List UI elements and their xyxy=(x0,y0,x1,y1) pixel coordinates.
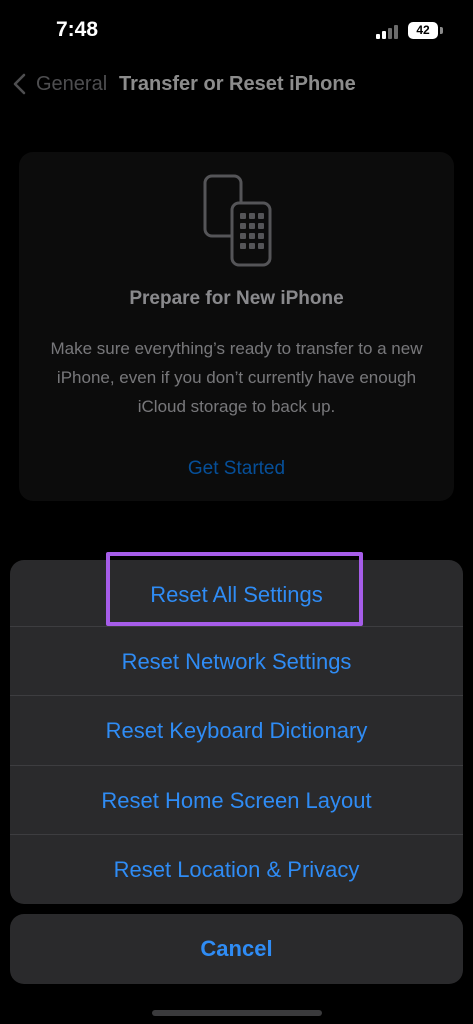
reset-keyboard-dictionary-button[interactable]: Reset Keyboard Dictionary xyxy=(10,696,463,765)
reset-network-settings-button[interactable]: Reset Network Settings xyxy=(10,627,463,696)
prepare-card: Prepare for New iPhone Make sure everyth… xyxy=(19,152,454,501)
reset-home-screen-layout-button[interactable]: Reset Home Screen Layout xyxy=(10,766,463,835)
reset-location-privacy-button[interactable]: Reset Location & Privacy xyxy=(10,835,463,904)
highlight-annotation xyxy=(106,552,363,626)
page-title: Transfer or Reset iPhone xyxy=(119,73,356,95)
battery-tip xyxy=(440,27,443,34)
card-title: Prepare for New iPhone xyxy=(129,288,344,309)
status-time: 7:48 xyxy=(56,18,99,41)
home-indicator xyxy=(152,1010,322,1016)
chevron-left-icon[interactable] xyxy=(10,72,32,96)
signal-icon xyxy=(376,23,400,39)
cancel-button[interactable]: Cancel xyxy=(10,914,463,984)
back-button[interactable]: General xyxy=(36,73,107,96)
battery-icon: 42 xyxy=(408,22,438,39)
card-description: Make sure everything’s ready to transfer… xyxy=(50,339,423,416)
transfer-phones-icon xyxy=(203,174,272,267)
get-started-link[interactable]: Get Started xyxy=(19,458,454,480)
navigation-bar: General Transfer or Reset iPhone xyxy=(0,62,473,106)
status-bar: 7:48 42 xyxy=(0,0,473,60)
